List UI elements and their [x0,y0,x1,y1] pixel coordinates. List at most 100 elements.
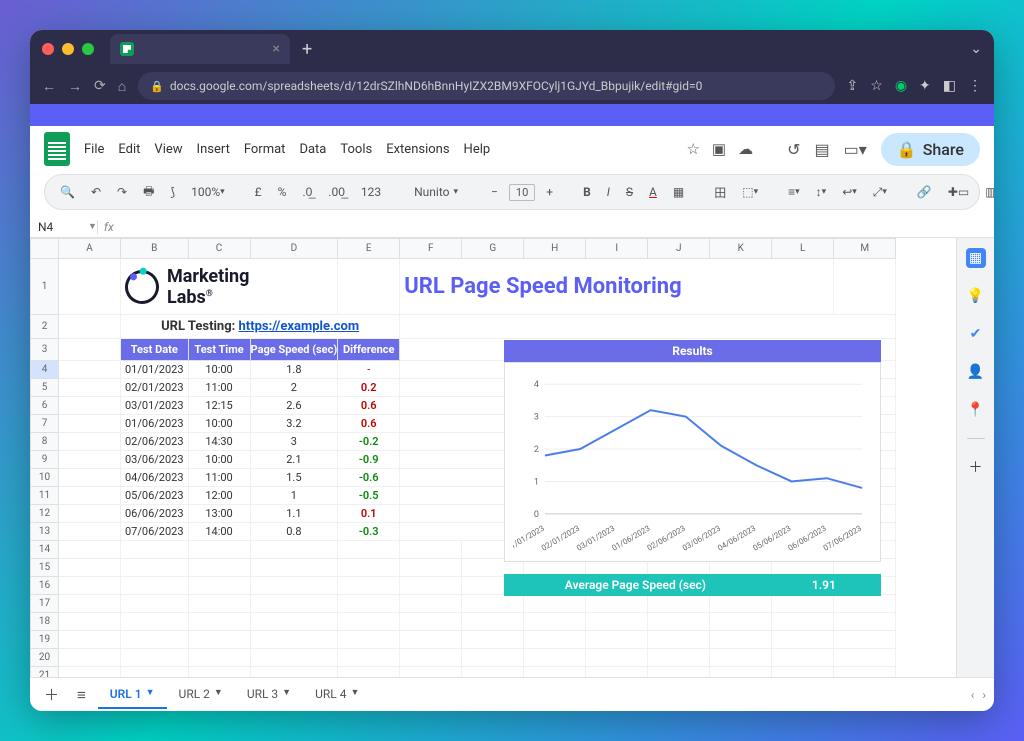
menu-insert[interactable]: Insert [197,142,230,157]
undo-icon[interactable]: ↶ [86,182,106,202]
percent-button[interactable]: % [273,182,292,202]
minimize-window[interactable] [62,43,74,55]
print-icon[interactable]: 🖶 [138,179,159,206]
sheet-tab[interactable]: URL 3▼ [235,681,303,709]
col-header[interactable]: L [772,239,834,259]
history-icon[interactable]: ↺ [787,140,800,159]
font-select[interactable]: Nunito [406,183,466,201]
increase-decimal-icon[interactable]: .00̲ [323,182,350,202]
empty-row[interactable]: 18 [31,613,896,631]
new-tab-button[interactable]: + [294,39,320,60]
wrap-icon[interactable]: ↩ [837,182,862,202]
menu-dots-icon[interactable]: ⋮ [968,78,982,94]
col-header[interactable]: G [462,239,524,259]
empty-row[interactable]: 21 [31,667,896,678]
close-window[interactable] [42,43,54,55]
bookmark-icon[interactable]: ☆ [870,78,883,94]
fill-color-icon[interactable]: ▦ [668,182,689,202]
extensions-puzzle-icon[interactable]: ✦ [919,78,931,94]
calendar-sidepanel-icon[interactable]: ▦ [966,248,986,268]
redo-icon[interactable]: ↷ [112,182,132,202]
search-icon[interactable]: 🔍 [55,182,80,202]
tasks-sidepanel-icon[interactable]: ✔ [966,324,986,344]
sheets-logo-icon[interactable] [44,132,70,166]
decrease-font-icon[interactable]: − [486,182,503,202]
menu-view[interactable]: View [154,142,182,157]
sheet-tab[interactable]: URL 2▼ [167,681,235,709]
link-icon[interactable]: 🔗 [912,182,937,202]
sheet-tab[interactable]: URL 4▼ [303,681,371,709]
col-header[interactable]: J [648,239,710,259]
col-header[interactable]: I [586,239,648,259]
comments-icon[interactable]: ▤ [815,140,830,159]
share-button[interactable]: 🔒 Share [881,133,980,166]
add-sidepanel-icon[interactable]: ＋ [966,457,986,477]
grid-wrap[interactable]: ABCDEFGHIJKLM 1 Marketing Labs® URL Page… [30,238,956,677]
sheet-tab[interactable]: URL 1▼ [98,681,167,709]
menu-tools[interactable]: Tools [340,142,372,157]
merge-icon[interactable]: ⬚ [737,182,763,202]
star-icon[interactable]: ☆ [686,140,699,158]
menu-edit[interactable]: Edit [118,142,140,157]
panel-icon[interactable]: ◧ [943,78,956,94]
back-icon[interactable]: ← [42,78,56,95]
text-color-icon[interactable]: A [644,182,662,202]
all-sheets-button[interactable]: ≡ [71,682,92,708]
col-header[interactable]: H [524,239,586,259]
menu-extensions[interactable]: Extensions [386,142,449,157]
home-icon[interactable]: ⌂ [118,78,126,95]
empty-row[interactable]: 19 [31,631,896,649]
maximize-window[interactable] [82,43,94,55]
chart-icon[interactable]: ▥ [980,182,994,202]
menu-format[interactable]: Format [244,142,286,157]
col-header[interactable]: E [338,239,400,259]
forward-icon[interactable]: → [68,78,82,95]
comment-icon[interactable]: ✚▭ [943,182,974,202]
contacts-sidepanel-icon[interactable]: 👤 [966,362,986,382]
results-chart[interactable]: 0123401/01/202302/01/202303/01/202301/06… [504,362,881,562]
empty-row[interactable]: 20 [31,649,896,667]
maps-sidepanel-icon[interactable]: 📍 [966,400,986,420]
empty-row[interactable]: 17 [31,595,896,613]
menu-file[interactable]: File [84,142,104,157]
more-formats-button[interactable]: 123 [356,182,386,202]
paint-format-icon[interactable]: ⟆ [165,182,180,202]
strike-button[interactable]: S [621,182,638,202]
col-header[interactable]: M [834,239,896,259]
increase-font-icon[interactable]: + [541,182,558,202]
add-sheet-button[interactable]: ＋ [38,680,65,709]
col-header[interactable]: B [121,239,189,259]
col-header[interactable]: K [710,239,772,259]
scroll-right-icon[interactable]: › [982,688,986,702]
menu-help[interactable]: Help [464,142,491,157]
browser-tab[interactable]: × [110,34,290,64]
keep-sidepanel-icon[interactable]: 💡 [966,286,986,306]
col-header[interactable]: C [188,239,250,259]
decrease-decimal-icon[interactable]: .0̲ [297,182,317,202]
col-header[interactable]: A [59,239,121,259]
reload-icon[interactable]: ⟳ [94,78,106,95]
extension-icon[interactable]: ◉ [895,78,907,94]
italic-button[interactable]: I [602,182,615,202]
menu-data[interactable]: Data [299,142,326,157]
tested-url-link[interactable]: https://example.com [239,319,360,334]
share-page-icon[interactable]: ⇪ [847,78,859,94]
name-box[interactable]: N4 [38,220,88,234]
cloud-status-icon[interactable]: ☁ [738,140,753,158]
meet-icon[interactable]: ▭▾ [844,140,867,159]
borders-icon[interactable]: 田 [709,181,731,204]
currency-button[interactable]: £ [250,182,267,202]
chevron-down-icon[interactable]: ⌄ [970,41,982,57]
close-tab-icon[interactable]: × [273,41,280,57]
valign-icon[interactable]: ↕ [811,182,832,202]
scroll-left-icon[interactable]: ‹ [971,688,975,702]
select-all-corner[interactable] [31,239,59,259]
col-header[interactable]: D [250,239,338,259]
address-bar[interactable]: 🔒 docs.google.com/spreadsheets/d/12drSZl… [138,72,834,100]
halign-icon[interactable]: ≡ [783,182,805,202]
zoom-select[interactable]: 100% [186,182,230,202]
rotate-icon[interactable]: ⤢ [868,182,892,203]
font-size-input[interactable]: 10 [509,184,535,201]
col-header[interactable]: F [400,239,462,259]
move-folder-icon[interactable]: ▣ [712,140,726,158]
